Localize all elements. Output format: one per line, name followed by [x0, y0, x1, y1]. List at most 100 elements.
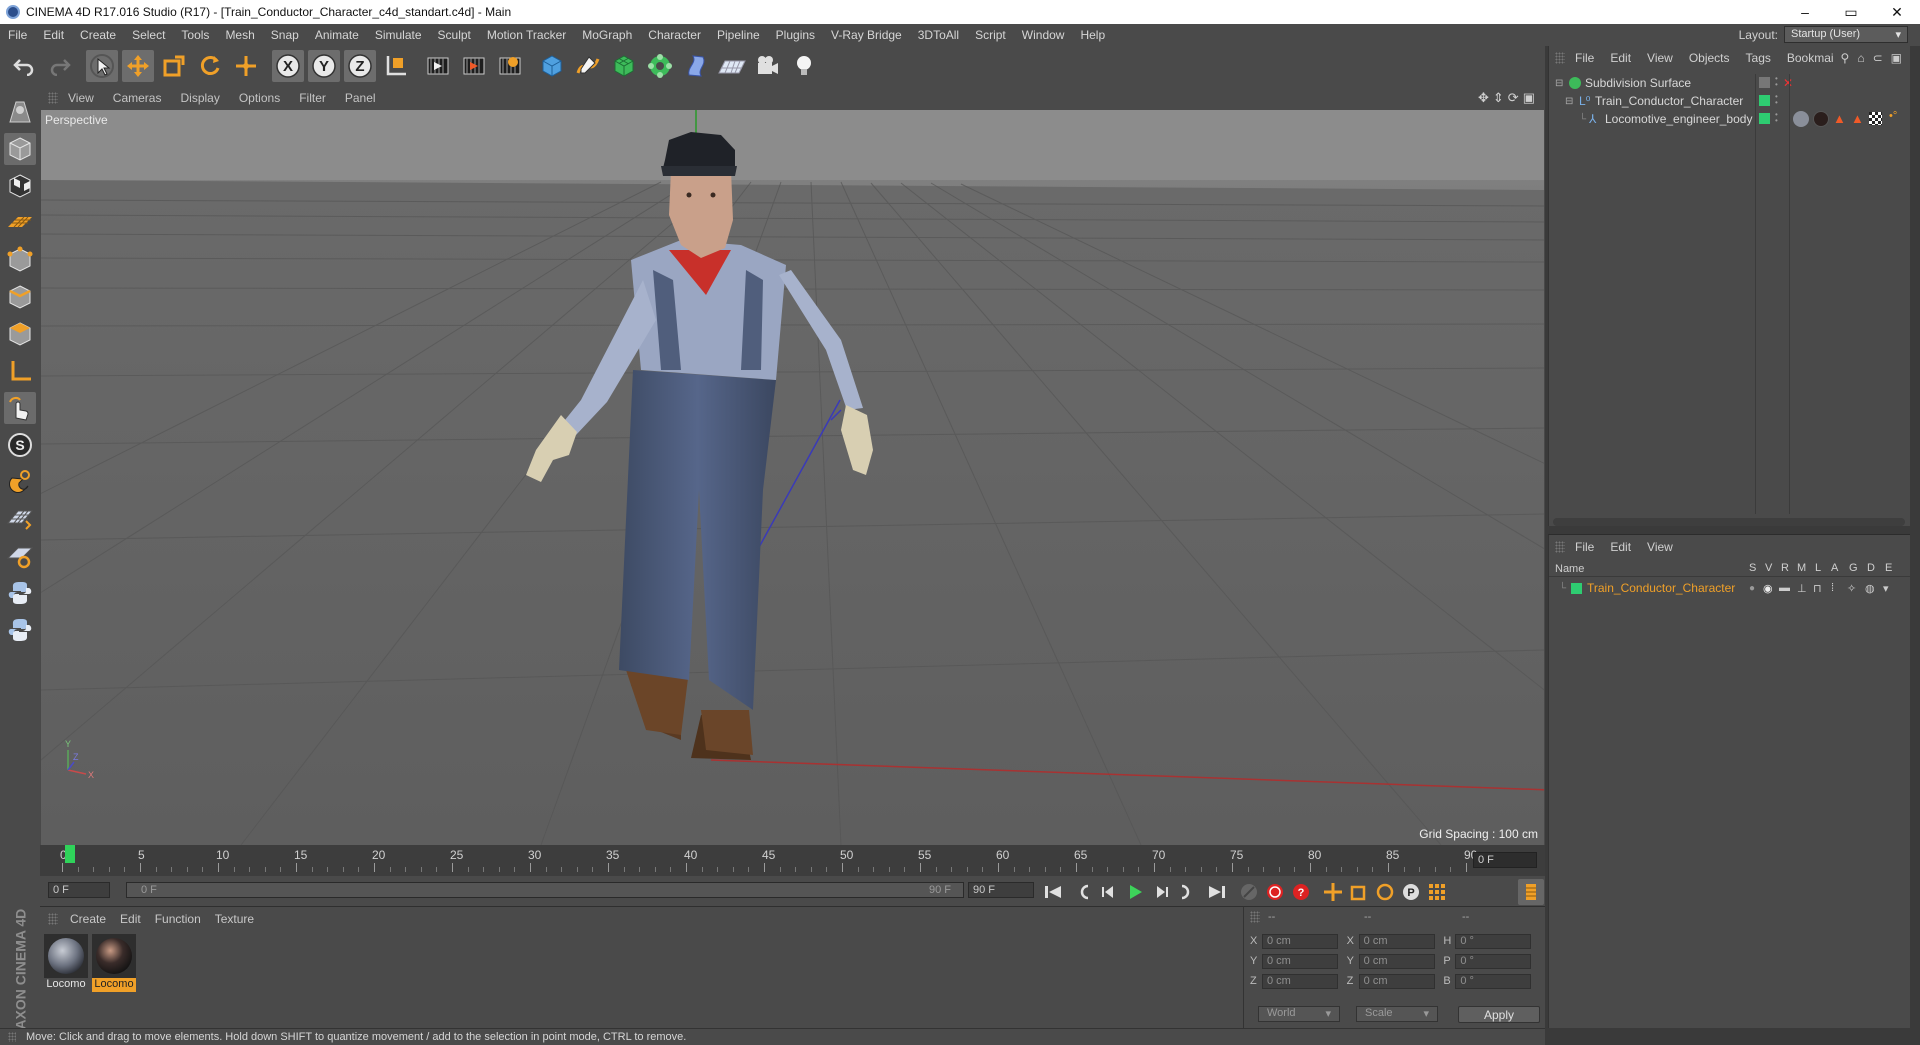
python-2-icon[interactable]: [4, 614, 36, 646]
column-view[interactable]: V: [1765, 562, 1772, 574]
generator-icon[interactable]: ✧: [1847, 582, 1856, 595]
python-icon[interactable]: [4, 577, 36, 609]
y-axis-icon[interactable]: Y: [308, 50, 340, 82]
menu-create[interactable]: Create: [72, 28, 124, 42]
object-row-conductor[interactable]: ⊟ L⁰ Train_Conductor_Character • •: [1549, 92, 1911, 110]
mm-menu-create[interactable]: Create: [70, 912, 106, 926]
axis-mode-icon[interactable]: [4, 355, 36, 387]
lm-menu-view[interactable]: View: [1647, 540, 1673, 554]
cube-icon[interactable]: [536, 50, 568, 82]
menu-plugins[interactable]: Plugins: [768, 28, 823, 42]
size-mode-select[interactable]: Scale ▾: [1356, 1006, 1438, 1022]
undo-icon[interactable]: [8, 50, 40, 82]
visibility-dots-icon[interactable]: • •: [1775, 111, 1778, 125]
mm-menu-function[interactable]: Function: [155, 912, 201, 926]
dolly-icon[interactable]: ⇕: [1493, 90, 1504, 106]
om-menu-file[interactable]: File: [1575, 51, 1594, 65]
om-menu-objects[interactable]: Objects: [1689, 51, 1730, 65]
column-generators[interactable]: G: [1849, 562, 1858, 574]
size-x-field[interactable]: 0 cm: [1358, 933, 1435, 949]
vp-menu-panel[interactable]: Panel: [345, 91, 376, 105]
autokey-icon[interactable]: ?: [1288, 879, 1314, 905]
extra-tag-icon[interactable]: •°: [1889, 110, 1897, 122]
menu-vray-bridge[interactable]: V-Ray Bridge: [823, 28, 910, 42]
live-selection-icon[interactable]: [230, 50, 262, 82]
object-name[interactable]: Train_Conductor_Character: [1595, 94, 1743, 108]
column-locked[interactable]: L: [1815, 562, 1821, 574]
view-eye-icon[interactable]: ◉: [1763, 582, 1773, 595]
rotation-h-field[interactable]: 0 °: [1455, 933, 1532, 949]
layer-color-swatch[interactable]: [1759, 113, 1770, 124]
redo-icon[interactable]: [44, 50, 76, 82]
prev-frame-icon[interactable]: [1096, 879, 1122, 905]
collapse-icon[interactable]: ⊟: [1555, 78, 1563, 89]
key-position-icon[interactable]: [1320, 879, 1346, 905]
menu-tools[interactable]: Tools: [173, 28, 217, 42]
world-coords-icon[interactable]: [380, 50, 412, 82]
panel-grip-icon[interactable]: [1250, 911, 1260, 923]
snap-icon[interactable]: S: [4, 429, 36, 461]
close-button[interactable]: ✕: [1874, 0, 1920, 24]
minimize-button[interactable]: –: [1782, 0, 1828, 24]
column-deformers[interactable]: D: [1867, 562, 1875, 574]
grid-snap-icon[interactable]: [4, 503, 36, 535]
orbit-icon[interactable]: ⟳: [1508, 90, 1519, 106]
object-row-subdivision[interactable]: ⊟ Subdivision Surface •• ✕: [1549, 74, 1911, 92]
om-menu-bookmarks[interactable]: Bookmai: [1787, 51, 1834, 65]
rotation-p-field[interactable]: 0 °: [1455, 953, 1532, 969]
new-panel-icon[interactable]: ▣: [1891, 51, 1902, 65]
lm-menu-file[interactable]: File: [1575, 540, 1594, 554]
home-icon[interactable]: ⌂: [1857, 51, 1864, 65]
scale-icon[interactable]: [158, 50, 190, 82]
key-parameter-icon[interactable]: P: [1398, 879, 1424, 905]
column-manager[interactable]: M: [1797, 562, 1806, 574]
menu-select[interactable]: Select: [124, 28, 173, 42]
edges-mode-icon[interactable]: [4, 281, 36, 313]
menu-sculpt[interactable]: Sculpt: [430, 28, 479, 42]
collapse-icon[interactable]: ⊟: [1565, 96, 1573, 107]
lock-icon[interactable]: ⊓: [1813, 582, 1822, 595]
object-row-body[interactable]: └ ⅄ Locomotive_engineer_body • • ▲ ▲ •°: [1549, 110, 1911, 128]
menu-pipeline[interactable]: Pipeline: [709, 28, 768, 42]
warning-tag-2-icon[interactable]: ▲: [1851, 111, 1864, 126]
mm-menu-texture[interactable]: Texture: [215, 912, 254, 926]
material-tag-2-icon[interactable]: [1813, 111, 1829, 127]
render-picture-viewer-icon[interactable]: [458, 50, 490, 82]
menu-mograph[interactable]: MoGraph: [574, 28, 640, 42]
column-solo[interactable]: S: [1749, 562, 1756, 574]
menu-script[interactable]: Script: [967, 28, 1014, 42]
menu-file[interactable]: File: [0, 28, 35, 42]
material-swatch[interactable]: Locomo: [44, 934, 88, 996]
vp-menu-display[interactable]: Display: [180, 91, 219, 105]
position-x-field[interactable]: 0 cm: [1262, 933, 1338, 949]
key-pla-icon[interactable]: [1424, 879, 1450, 905]
material-swatch-selected[interactable]: Locomo: [92, 934, 136, 996]
deformer-icon[interactable]: [680, 50, 712, 82]
tweak-mode-icon[interactable]: [4, 392, 36, 424]
menu-motion-tracker[interactable]: Motion Tracker: [479, 28, 574, 42]
menu-help[interactable]: Help: [1072, 28, 1113, 42]
next-key-icon[interactable]: [1174, 879, 1200, 905]
model-mode-icon[interactable]: [4, 133, 36, 165]
maximize-button[interactable]: ▭: [1828, 0, 1874, 24]
om-menu-tags[interactable]: Tags: [1746, 51, 1771, 65]
om-menu-view[interactable]: View: [1647, 51, 1673, 65]
points-mode-icon[interactable]: [4, 244, 36, 276]
z-axis-icon[interactable]: Z: [344, 50, 376, 82]
object-manager-scrollbar[interactable]: [1553, 518, 1905, 526]
record-active-icon[interactable]: [1262, 879, 1288, 905]
goto-end-icon[interactable]: [1204, 879, 1230, 905]
layer-row[interactable]: └ Train_Conductor_Character ● ◉ ▬ ⊥ ⊓ ⁞ …: [1549, 579, 1910, 597]
column-animation[interactable]: A: [1831, 562, 1838, 574]
vp-menu-view[interactable]: View: [68, 91, 94, 105]
magnet-icon[interactable]: [4, 466, 36, 498]
maximize-view-icon[interactable]: ▣: [1523, 90, 1535, 106]
menu-character[interactable]: Character: [640, 28, 709, 42]
record-off-icon[interactable]: [1236, 879, 1262, 905]
x-axis-icon[interactable]: X: [272, 50, 304, 82]
timeline-settings-icon[interactable]: [1518, 879, 1544, 905]
size-y-field[interactable]: 0 cm: [1358, 953, 1435, 969]
light-icon[interactable]: [788, 50, 820, 82]
end-frame-field[interactable]: 90 F: [968, 882, 1034, 898]
search-icon[interactable]: ⚲: [1841, 51, 1850, 65]
